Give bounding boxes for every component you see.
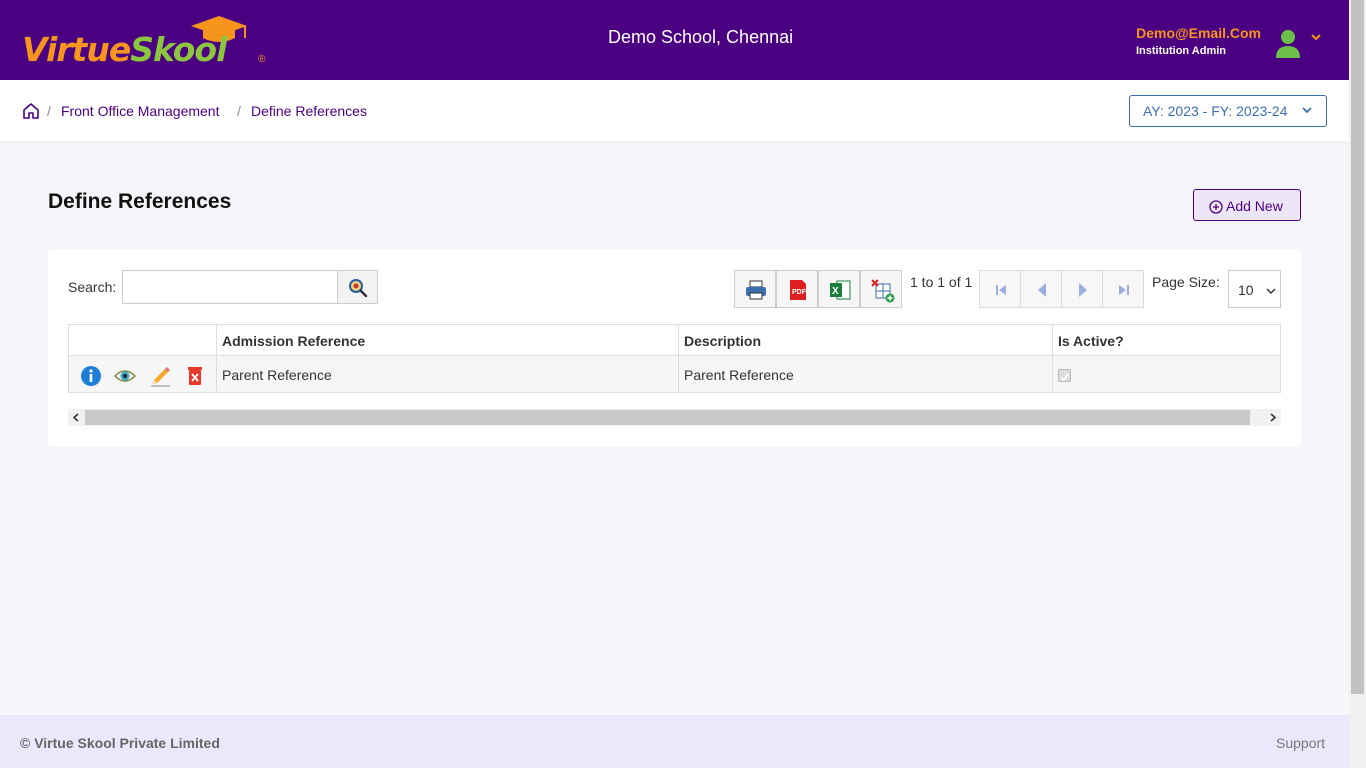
edit-pencil-icon[interactable] [150, 365, 172, 387]
logo-text: VirtueSkool [22, 30, 227, 69]
search-button[interactable] [337, 270, 378, 304]
svg-text:PDF: PDF [792, 289, 807, 296]
printer-icon [746, 280, 766, 300]
last-page-icon [1119, 285, 1129, 295]
view-eye-icon[interactable] [114, 365, 136, 387]
home-icon[interactable] [22, 102, 40, 120]
svg-text:X: X [832, 286, 839, 297]
chevron-down-icon[interactable] [1310, 32, 1322, 42]
support-link[interactable]: Support [1276, 735, 1325, 751]
previous-page-icon [1038, 283, 1046, 297]
user-avatar-icon[interactable] [1274, 28, 1302, 60]
page-size-select[interactable]: 10 [1228, 270, 1281, 308]
search-input[interactable] [122, 270, 338, 304]
add-new-button[interactable]: Add New [1193, 189, 1301, 221]
column-header-description[interactable]: Description [684, 333, 761, 349]
breadcrumb-separator: / [237, 103, 241, 119]
user-email[interactable]: Demo@Email.Com [1136, 25, 1261, 41]
check-icon [1060, 373, 1069, 382]
registered-mark: ® [258, 54, 266, 65]
import-button[interactable] [860, 270, 902, 308]
first-page-button[interactable] [979, 270, 1021, 308]
top-header: VirtueSkool ® Demo School, Chennai Demo@… [0, 0, 1349, 80]
copyright-text: © Virtue Skool Private Limited [20, 735, 220, 751]
scrollbar-thumb[interactable] [85, 410, 1250, 425]
previous-page-button[interactable] [1020, 270, 1062, 308]
print-button[interactable] [734, 270, 776, 308]
pagination-info: 1 to 1 of 1 [910, 274, 973, 290]
info-icon[interactable] [80, 365, 102, 387]
chevron-down-icon [1302, 107, 1312, 114]
breadcrumb-separator: / [47, 103, 51, 119]
next-page-button[interactable] [1061, 270, 1103, 308]
scrollbar-thumb[interactable] [1351, 0, 1364, 694]
chevron-down-icon [1266, 288, 1276, 295]
page-title: Define References [48, 190, 232, 213]
academic-year-select[interactable]: AY: 2023 - FY: 2023-24 [1129, 95, 1327, 127]
search-icon [349, 279, 368, 298]
pdf-export-button[interactable]: PDF [776, 270, 818, 308]
page-vertical-scrollbar[interactable] [1349, 0, 1366, 768]
column-header-is-active[interactable]: Is Active? [1058, 333, 1124, 349]
user-role: Institution Admin [1136, 45, 1227, 57]
cell-description: Parent Reference [684, 367, 794, 383]
breadcrumb-define-references[interactable]: Define References [251, 103, 367, 119]
search-label: Search: [68, 279, 117, 295]
last-page-button[interactable] [1102, 270, 1144, 308]
breadcrumb-front-office[interactable]: Front Office Management [61, 103, 219, 119]
table-horizontal-scrollbar[interactable] [68, 409, 1281, 426]
is-active-checkbox [1058, 369, 1071, 382]
references-table: Admission Reference Description Is Activ… [68, 324, 1281, 393]
excel-export-button[interactable]: X [818, 270, 860, 308]
excel-icon: X [830, 280, 851, 300]
page-size-label: Page Size: [1152, 274, 1220, 290]
add-new-label: Add New [1226, 198, 1283, 214]
school-name: Demo School, Chennai [608, 27, 794, 47]
grid-add-icon [871, 279, 895, 303]
pdf-icon: PDF [790, 280, 807, 300]
first-page-icon [996, 285, 1006, 295]
virtueskool-logo[interactable]: VirtueSkool ® [22, 14, 272, 70]
delete-icon[interactable] [184, 365, 206, 387]
column-header-admission-reference[interactable]: Admission Reference [222, 333, 365, 349]
cell-admission-reference: Parent Reference [222, 367, 332, 383]
scroll-left-icon[interactable] [72, 413, 81, 422]
plus-circle-icon [1209, 200, 1223, 214]
next-page-icon [1079, 283, 1087, 297]
scroll-right-icon[interactable] [1268, 413, 1277, 422]
